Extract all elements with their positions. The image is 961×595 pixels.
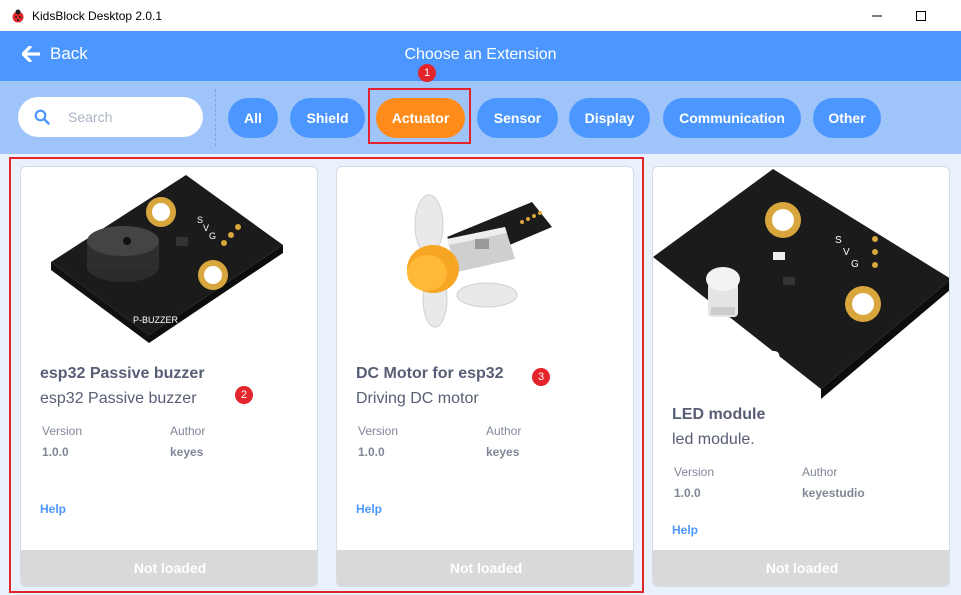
buzzer-module-image: S V G P-BUZZER: [51, 175, 283, 343]
page-title: Choose an Extension: [404, 46, 557, 63]
card-description: esp32 Passive buzzer: [40, 390, 197, 407]
author-value: keyes: [486, 445, 520, 459]
card-title: LED module: [672, 406, 766, 423]
load-status: Not loaded: [337, 550, 633, 586]
led-pin-s: S: [835, 235, 842, 246]
card-description: Driving DC motor: [356, 390, 479, 407]
author-value: keyestudio: [802, 486, 865, 500]
tag-sensor[interactable]: Sensor: [477, 98, 558, 138]
led-pin-v: V: [843, 247, 850, 258]
version-label: Version: [42, 424, 83, 438]
version-value: 1.0.0: [674, 486, 701, 500]
annotation-badge-2: 2: [235, 386, 253, 404]
author-label: Author: [802, 465, 838, 479]
tag-display[interactable]: Display: [569, 98, 650, 138]
author-label: Author: [486, 424, 522, 438]
maximize-icon: [916, 10, 926, 21]
search-input[interactable]: [68, 109, 188, 125]
dc-motor-image: [407, 194, 552, 328]
author-value: keyes: [170, 445, 204, 459]
author-label: Author: [170, 424, 206, 438]
tag-actuator[interactable]: Actuator: [376, 98, 465, 138]
card-title: esp32 Passive buzzer: [40, 365, 205, 382]
buzzer-board-label: P-BUZZER: [133, 315, 179, 325]
version-value: 1.0.0: [358, 445, 385, 459]
led-board-label: LED: [748, 349, 780, 366]
led-pin-g: G: [851, 259, 859, 270]
version-label: Version: [358, 424, 399, 438]
version-label: Version: [674, 465, 715, 479]
search-icon: [34, 109, 50, 125]
minimize-button[interactable]: [854, 0, 900, 31]
help-link[interactable]: Help: [40, 502, 66, 516]
window-title: KidsBlock Desktop 2.0.1: [32, 8, 163, 23]
tag-all[interactable]: All: [228, 98, 278, 138]
window-titlebar: KidsBlock Desktop 2.0.1: [0, 0, 961, 31]
extension-card-dc-motor[interactable]: DC Motor for esp32 Driving DC motor Vers…: [336, 166, 634, 587]
led-module-image: S V G LED: [653, 169, 949, 399]
minimize-icon: [872, 15, 882, 16]
card-description: led module.: [672, 431, 755, 448]
buzzer-pin-g: G: [209, 231, 216, 241]
extension-card-led[interactable]: S V G LED LED module led module. Version…: [652, 166, 950, 587]
filter-bar: All Shield Actuator Sensor Display Commu…: [0, 81, 961, 154]
load-status: Not loaded: [653, 550, 949, 586]
search-box[interactable]: [18, 97, 203, 137]
filter-divider: [215, 89, 216, 146]
tag-shield[interactable]: Shield: [290, 98, 365, 138]
help-link[interactable]: Help: [356, 502, 382, 516]
version-value: 1.0.0: [42, 445, 69, 459]
annotation-badge-1: 1: [418, 64, 436, 82]
annotation-badge-3: 3: [532, 368, 550, 386]
card-title: DC Motor for esp32: [356, 365, 504, 382]
maximize-button[interactable]: [898, 0, 944, 31]
tag-other[interactable]: Other: [813, 98, 881, 138]
extension-card-buzzer[interactable]: S V G P-BUZZER esp32 Passive buzzer esp3…: [20, 166, 318, 587]
app-logo-icon: [12, 9, 24, 22]
help-link[interactable]: Help: [672, 523, 698, 537]
tag-communication[interactable]: Communication: [663, 98, 801, 138]
load-status: Not loaded: [21, 550, 317, 586]
header-bar: Back Choose an Extension: [0, 31, 961, 81]
